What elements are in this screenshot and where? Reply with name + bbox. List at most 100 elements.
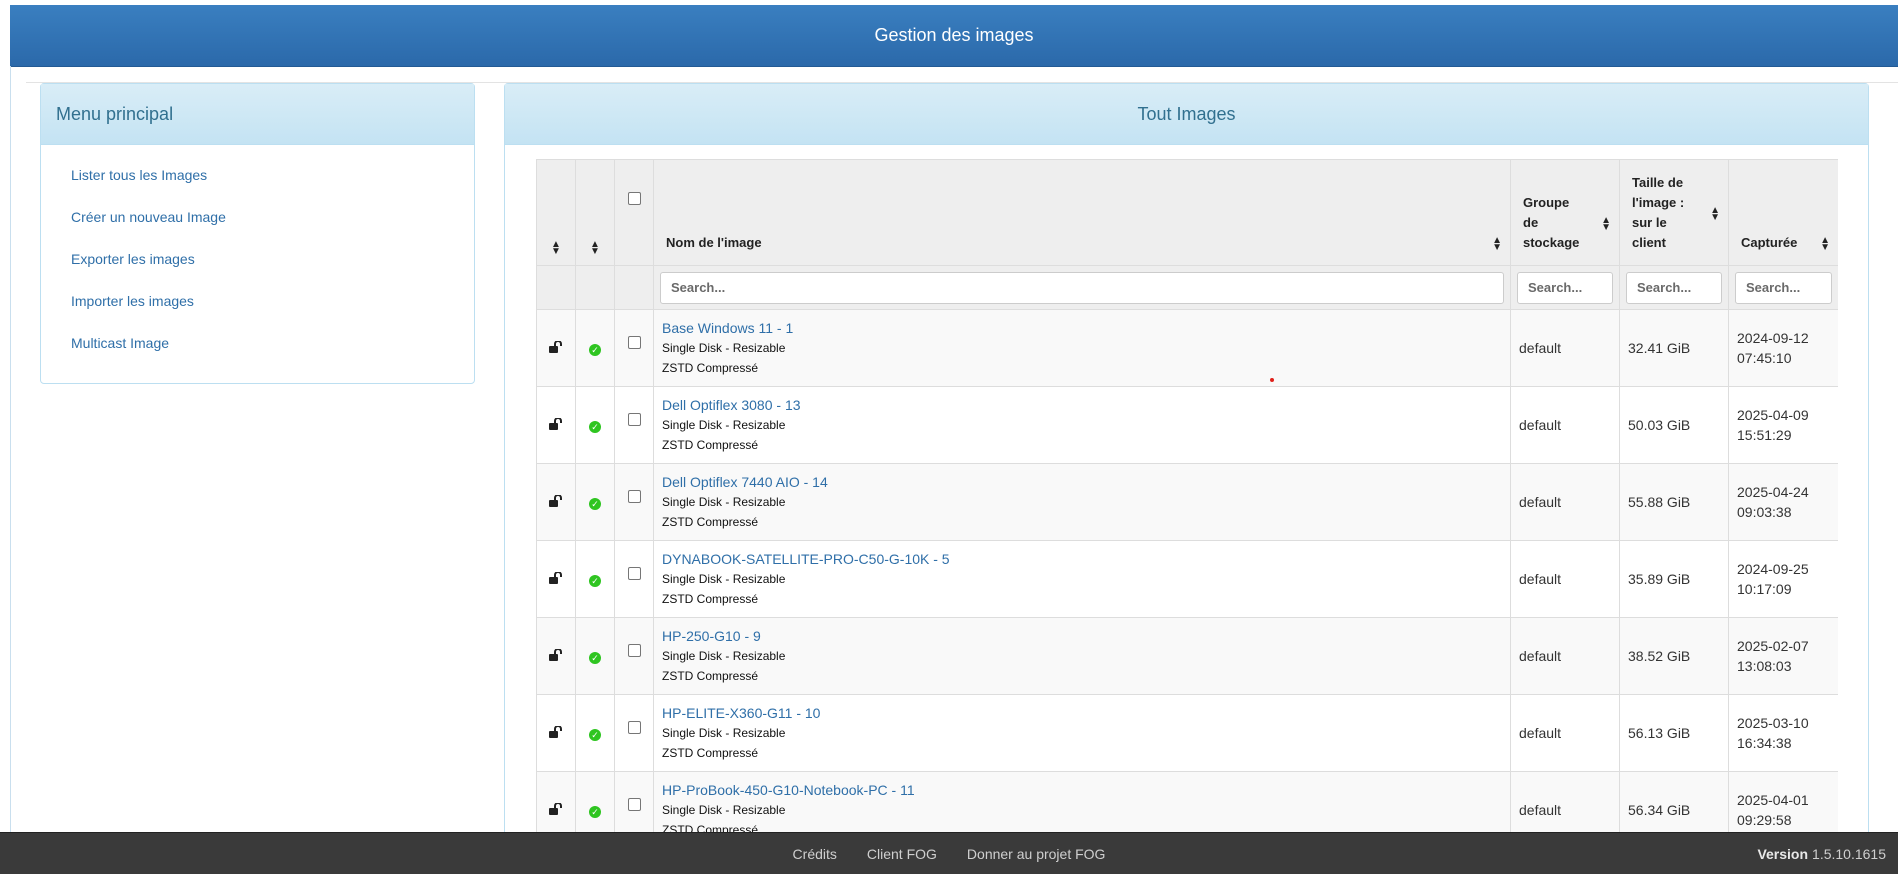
image-name-link[interactable]: Dell Optiflex 7440 AIO - 14 [662, 473, 1502, 492]
image-name-cell: HP-250-G10 - 9 Single Disk - Resizable ZST… [653, 617, 1511, 695]
image-name-link[interactable]: DYNABOOK-SATELLITE-PRO-C50-G-10K - 5 [662, 550, 1502, 569]
image-size-cell: 38.52 GiB [1619, 617, 1729, 695]
check-circle-icon: ✓ [589, 652, 601, 664]
menu-link-multicast-image[interactable]: Multicast Image [71, 335, 169, 351]
footer: Crédits Client FOG Donner au projet FOG … [0, 832, 1898, 874]
image-compression: ZSTD Compressé [662, 591, 759, 606]
enabled-cell: ✓ [575, 309, 615, 387]
header-image-size-label-4: client [1632, 235, 1666, 250]
storage-group-value: default [1519, 648, 1562, 664]
select-cell [614, 694, 654, 772]
menu-link-create-image[interactable]: Créer un nouveau Image [71, 209, 226, 225]
search-cell-size [1619, 265, 1729, 310]
image-name-link[interactable]: HP-ProBook-450-G10-Notebook-PC - 11 [662, 781, 1502, 800]
check-circle-icon: ✓ [589, 421, 601, 433]
version-info: Version 1.5.10.1615 [1757, 833, 1886, 874]
menu-item-export-images: Exporter les images [41, 247, 474, 289]
image-compression: ZSTD Compressé [662, 822, 759, 833]
unlock-icon[interactable] [549, 802, 563, 818]
enabled-cell: ✓ [575, 617, 615, 695]
captured-cell: 2025-02-07 13:08:03 [1728, 617, 1838, 695]
unlock-icon[interactable] [549, 494, 563, 510]
unlock-icon[interactable] [549, 340, 563, 356]
version-number: 1.5.10.1615 [1812, 845, 1886, 862]
unlock-icon[interactable] [549, 648, 563, 664]
header-storage-group-label-3: stockage [1523, 235, 1580, 250]
captured-time: 09:03:38 [1737, 504, 1792, 520]
row-checkbox[interactable] [627, 721, 641, 734]
footer-links: Crédits Client FOG Donner au projet FOG [0, 833, 1898, 874]
sort-icon: ▲ ▼ [1601, 215, 1611, 233]
footer-link-fog-client[interactable]: Client FOG [867, 846, 937, 862]
table-row: ✓ Base Windows 11 - 1 Single Disk - Resiza… [536, 309, 1838, 387]
menu-link-list-images[interactable]: Lister tous les Images [71, 167, 207, 183]
header-enabled-col[interactable]: ▲ ▼ [575, 159, 615, 266]
image-name-link[interactable]: Base Windows 11 - 1 [662, 319, 1502, 338]
captured-cell: 2025-04-24 09:03:38 [1728, 463, 1838, 541]
unlock-icon[interactable] [549, 417, 563, 433]
protected-cell [536, 771, 576, 832]
search-cell-empty [614, 265, 654, 310]
storage-group-value: default [1519, 340, 1562, 356]
footer-link-credits[interactable]: Crédits [793, 846, 837, 862]
protected-cell [536, 463, 576, 541]
captured-time: 07:45:10 [1737, 350, 1792, 366]
row-checkbox[interactable] [627, 798, 641, 811]
image-type: Single Disk - Resizable [662, 571, 786, 586]
captured-date: 2025-02-07 [1737, 638, 1809, 654]
image-type: Single Disk - Resizable [662, 802, 786, 817]
sort-icon: ▲ ▼ [590, 239, 600, 257]
storage-group-cell: default [1510, 540, 1620, 618]
footer-link-donate[interactable]: Donner au projet FOG [967, 846, 1106, 862]
search-image-name-input[interactable] [660, 271, 1504, 304]
header-captured-label: Capturée [1741, 235, 1798, 250]
storage-group-cell: default [1510, 771, 1620, 832]
app-header: Gestion des images [10, 5, 1898, 67]
protected-cell [536, 694, 576, 772]
image-type: Single Disk - Resizable [662, 725, 786, 740]
select-cell [614, 540, 654, 618]
header-storage-group[interactable]: Groupe de stockage ▲ ▼ [1510, 159, 1620, 266]
image-type: Single Disk - Resizable [662, 494, 786, 509]
images-table-container[interactable]: ▲ ▼ ▲ ▼ Nom de l'image ▲ ▼ Groupe de stocka… [536, 159, 1838, 832]
image-name-link[interactable]: HP-ELITE-X360-G11 - 10 [662, 704, 1502, 723]
row-checkbox[interactable] [627, 567, 641, 580]
unlock-icon[interactable] [549, 725, 563, 741]
captured-date: 2025-04-01 [1737, 792, 1809, 808]
image-name-link[interactable]: Dell Optiflex 3080 - 13 [662, 396, 1502, 415]
select-cell [614, 386, 654, 464]
search-cell-empty [575, 265, 615, 310]
page-title: Gestion des images [874, 25, 1034, 45]
row-checkbox[interactable] [627, 336, 641, 349]
image-size-cell: 32.41 GiB [1619, 309, 1729, 387]
row-checkbox[interactable] [627, 413, 641, 426]
storage-group-value: default [1519, 417, 1562, 433]
sort-icon: ▲ ▼ [551, 239, 561, 257]
image-size-cell: 56.13 GiB [1619, 694, 1729, 772]
image-compression: ZSTD Compressé [662, 514, 759, 529]
search-storage-group-input[interactable] [1517, 271, 1613, 304]
header-image-size[interactable]: Taille de l'image : sur le client ▲ ▼ [1619, 159, 1729, 266]
captured-time: 10:17:09 [1737, 581, 1792, 597]
unlock-icon[interactable] [549, 571, 563, 587]
select-cell [614, 309, 654, 387]
menu-link-export-images[interactable]: Exporter les images [71, 251, 195, 267]
storage-group-cell: default [1510, 309, 1620, 387]
storage-group-cell: default [1510, 463, 1620, 541]
row-checkbox[interactable] [627, 490, 641, 503]
header-captured[interactable]: Capturée ▲ ▼ [1728, 159, 1838, 266]
row-checkbox[interactable] [627, 644, 641, 657]
header-protected-col[interactable]: ▲ ▼ [536, 159, 576, 266]
header-image-name[interactable]: Nom de l'image ▲ ▼ [653, 159, 1511, 266]
select-all-checkbox[interactable] [627, 191, 641, 205]
sort-icon: ▲ ▼ [1820, 235, 1830, 253]
image-compression: ZSTD Compressé [662, 360, 759, 375]
image-name-cell: HP-ProBook-450-G10-Notebook-PC - 11 Singl… [653, 771, 1511, 833]
menu-item-list-images: Lister tous les Images [41, 163, 474, 205]
header-image-size-label-3: sur le [1632, 215, 1667, 230]
search-image-size-input[interactable] [1626, 271, 1722, 304]
image-name-link[interactable]: HP-250-G10 - 9 [662, 627, 1502, 646]
menu-link-import-images[interactable]: Importer les images [71, 293, 194, 309]
image-compression: ZSTD Compressé [662, 745, 759, 760]
search-captured-input[interactable] [1735, 271, 1832, 304]
